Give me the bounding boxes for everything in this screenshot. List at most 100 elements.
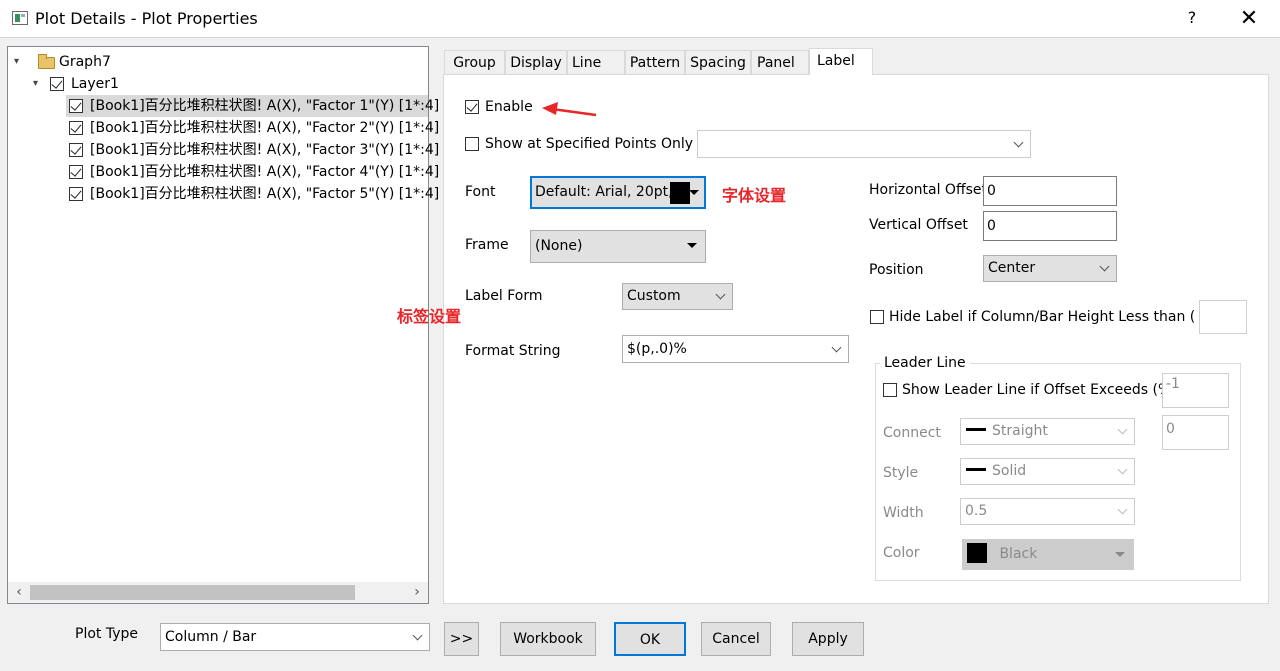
frame-label: Frame xyxy=(465,237,509,253)
tab-label[interactable]: Label xyxy=(809,48,873,75)
show-specified-checkbox[interactable] xyxy=(465,137,479,151)
plot-checkbox[interactable] xyxy=(69,99,83,113)
font-button[interactable]: Default: Arial, 20pt, xyxy=(530,176,706,209)
app-icon xyxy=(12,11,28,25)
dropdown-arrow-icon xyxy=(687,243,697,248)
cancel-button[interactable]: Cancel xyxy=(701,622,771,656)
collapse-chevron-icon[interactable]: ▾ xyxy=(33,73,43,95)
horizontal-offset-label: Horizontal Offset xyxy=(869,182,987,198)
horizontal-offset-input[interactable]: 0 xyxy=(983,176,1117,206)
color-swatch xyxy=(967,543,987,563)
chevron-down-icon xyxy=(1117,424,1128,435)
plot-tree[interactable]: ▾ Graph7 ▾ Layer1 [Book1]百分比堆积柱状图! A(X),… xyxy=(7,46,439,604)
connect-extra-input[interactable]: 0 xyxy=(1162,415,1229,450)
plot-label: [Book1]百分比堆积柱状图! A(X), "Factor 4"(Y) [1*… xyxy=(90,164,440,180)
plot-type-value: Column / Bar xyxy=(165,629,257,645)
label-form-label: Label Form xyxy=(465,288,543,304)
scrollbar-thumb[interactable] xyxy=(30,585,355,600)
chevron-down-icon xyxy=(1099,261,1110,272)
label-form-dropdown[interactable]: Custom xyxy=(622,283,733,310)
tree-item-plot[interactable]: [Book1]百分比堆积柱状图! A(X), "Factor 3"(Y) [1*… xyxy=(66,139,439,161)
dropdown-arrow-icon xyxy=(1115,552,1125,557)
tab-group[interactable]: Group xyxy=(444,50,505,74)
folder-icon xyxy=(38,54,55,69)
chevron-down-icon xyxy=(1117,504,1128,515)
leader-line-title: Leader Line xyxy=(880,355,970,371)
position-dropdown[interactable]: Center xyxy=(983,255,1117,282)
graph-label: Graph7 xyxy=(59,54,111,70)
ok-button[interactable]: OK xyxy=(614,622,686,656)
plot-type-dropdown[interactable]: Column / Bar xyxy=(160,623,430,651)
vertical-offset-input[interactable]: 0 xyxy=(983,211,1117,241)
color-label: Color xyxy=(883,545,920,561)
tree-item-plot[interactable]: [Book1]百分比堆积柱状图! A(X), "Factor 2"(Y) [1*… xyxy=(66,117,439,139)
plot-label: [Book1]百分比堆积柱状图! A(X), "Factor 1"(Y) [1*… xyxy=(90,98,440,114)
solid-line-icon xyxy=(966,468,986,471)
label-form-value: Custom xyxy=(627,288,681,304)
width-combo[interactable]: 0.5 xyxy=(960,498,1135,525)
plot-label: [Book1]百分比堆积柱状图! A(X), "Factor 5"(Y) [1*… xyxy=(90,186,440,202)
style-dropdown[interactable]: Solid xyxy=(960,458,1135,485)
dropdown-arrow-icon xyxy=(689,190,699,195)
close-icon[interactable]: ✕ xyxy=(1234,4,1264,34)
enable-checkbox[interactable] xyxy=(465,100,479,114)
leader-offset-input[interactable]: -1 xyxy=(1162,373,1229,408)
tree-item-plot[interactable]: [Book1]百分比堆积柱状图! A(X), "Factor 1"(Y) [1*… xyxy=(66,95,439,117)
format-string-combo[interactable]: $(p,.0)% xyxy=(622,335,849,363)
title-bar: Plot Details - Plot Properties ? ✕ xyxy=(0,0,1280,38)
tab-display[interactable]: Display xyxy=(505,50,567,74)
vertical-offset-label: Vertical Offset xyxy=(869,217,968,233)
specified-points-dropdown[interactable] xyxy=(697,130,1031,158)
plot-checkbox[interactable] xyxy=(69,187,83,201)
width-label: Width xyxy=(883,505,924,521)
tab-line[interactable]: Line xyxy=(567,50,625,74)
expand-button[interactable]: >> xyxy=(444,622,479,656)
plot-label: [Book1]百分比堆积柱状图! A(X), "Factor 2"(Y) [1*… xyxy=(90,120,440,136)
show-leader-checkbox[interactable] xyxy=(883,383,897,397)
plot-checkbox[interactable] xyxy=(69,165,83,179)
font-annotation: 字体设置 xyxy=(722,186,787,205)
position-value: Center xyxy=(988,260,1036,276)
hide-label-checkbox[interactable] xyxy=(870,310,884,324)
apply-button[interactable]: Apply xyxy=(792,622,864,656)
scroll-right-icon[interactable]: › xyxy=(409,584,425,600)
help-button[interactable]: ? xyxy=(1180,8,1204,30)
annotation-arrow-icon xyxy=(542,102,597,117)
scroll-left-icon[interactable]: ‹ xyxy=(11,584,27,600)
font-value: Default: Arial, 20pt, xyxy=(535,184,673,200)
format-string-value: $(p,.0)% xyxy=(627,341,687,357)
chevron-down-icon xyxy=(1117,464,1128,475)
tab-spacing[interactable]: Spacing xyxy=(685,50,751,74)
connect-value: Straight xyxy=(992,423,1048,439)
layer-checkbox[interactable] xyxy=(50,77,64,91)
width-value: 0.5 xyxy=(965,503,988,519)
window-title: Plot Details - Plot Properties xyxy=(35,9,258,28)
plot-checkbox[interactable] xyxy=(69,121,83,135)
position-label: Position xyxy=(869,262,924,278)
tree-item-plot[interactable]: [Book1]百分比堆积柱状图! A(X), "Factor 4"(Y) [1*… xyxy=(66,161,439,183)
tab-panel[interactable]: Panel xyxy=(751,50,809,74)
hide-label-text[interactable]: Hide Label if Column/Bar Height Less tha… xyxy=(889,309,1195,325)
chevron-down-icon xyxy=(412,630,423,641)
enable-label[interactable]: Enable xyxy=(485,99,533,115)
tree-horizontal-scrollbar[interactable]: ‹ › xyxy=(8,582,428,603)
show-leader-label[interactable]: Show Leader Line if Offset Exceeds (%) xyxy=(902,382,1177,398)
font-label: Font xyxy=(465,184,496,200)
plot-label: [Book1]百分比堆积柱状图! A(X), "Factor 3"(Y) [1*… xyxy=(90,142,440,158)
format-string-label: Format String xyxy=(465,343,561,359)
color-dropdown[interactable]: Black xyxy=(962,539,1134,570)
connect-label: Connect xyxy=(883,425,941,441)
tab-pattern[interactable]: Pattern xyxy=(625,50,685,74)
chevron-down-icon xyxy=(831,342,842,353)
chevron-down-icon xyxy=(715,289,726,300)
font-color-swatch xyxy=(670,182,690,204)
connect-dropdown[interactable]: Straight xyxy=(960,418,1135,445)
frame-dropdown[interactable]: (None) xyxy=(530,230,706,263)
collapse-chevron-icon[interactable]: ▾ xyxy=(14,51,24,73)
plot-checkbox[interactable] xyxy=(69,143,83,157)
tree-item-plot[interactable]: [Book1]百分比堆积柱状图! A(X), "Factor 5"(Y) [1*… xyxy=(66,183,439,205)
color-value: Black xyxy=(999,546,1038,562)
hide-label-input[interactable] xyxy=(1199,300,1247,334)
workbook-button[interactable]: Workbook xyxy=(500,622,596,656)
show-specified-label[interactable]: Show at Specified Points Only xyxy=(485,136,693,152)
